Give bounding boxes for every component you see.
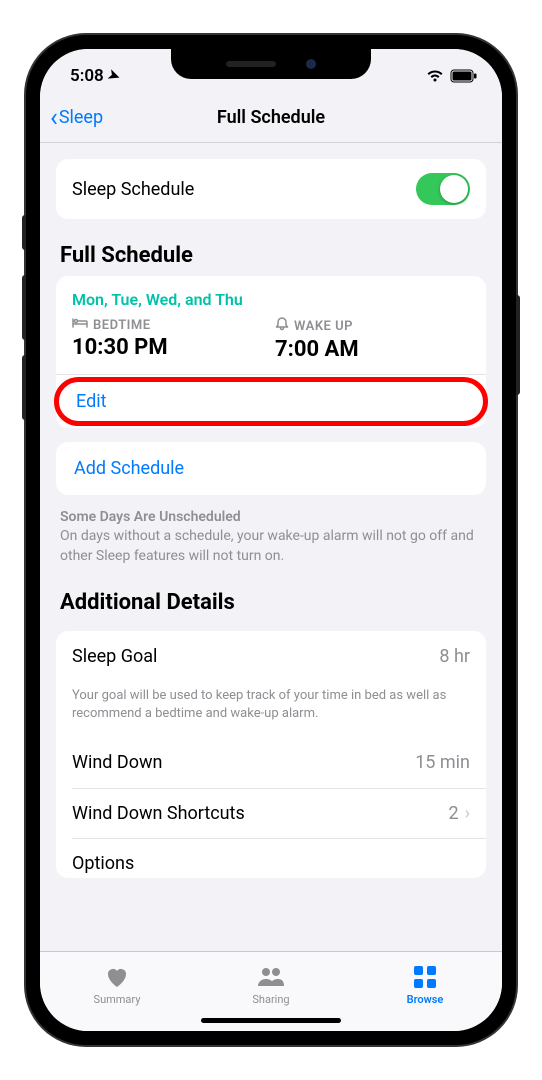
wifi-icon xyxy=(426,69,444,83)
sleep-goal-value: 8 hr xyxy=(439,646,470,667)
device-frame: 5:08 ➤ ‹ Sleep Full Schedule xyxy=(26,35,516,1045)
bed-icon xyxy=(72,317,88,333)
power-button xyxy=(516,295,520,395)
volume-down-button xyxy=(22,355,26,420)
edit-label: Edit xyxy=(76,391,106,412)
sleep-goal-footnote: Your goal will be used to keep track of … xyxy=(56,681,486,737)
schedule-days: Mon, Tue, Wed, and Thu xyxy=(72,290,470,309)
bedtime-col: BEDTIME 10:30 PM xyxy=(72,317,267,362)
shortcuts-label: Wind Down Shortcuts xyxy=(72,803,245,824)
back-button[interactable]: ‹ Sleep xyxy=(50,105,103,131)
location-arrow-icon: ➤ xyxy=(105,66,121,85)
edit-schedule-button[interactable]: Edit xyxy=(56,374,486,428)
notch xyxy=(171,49,371,79)
wind-down-label: Wind Down xyxy=(72,752,162,773)
toggle-knob xyxy=(440,175,468,203)
people-icon xyxy=(256,964,286,990)
sleep-schedule-card: Sleep Schedule xyxy=(56,159,486,219)
screen: 5:08 ➤ ‹ Sleep Full Schedule xyxy=(40,49,502,1031)
speaker-grille xyxy=(226,61,276,67)
tab-browse[interactable]: Browse xyxy=(348,952,502,1017)
options-label: Options xyxy=(72,853,134,874)
options-row[interactable]: Options xyxy=(56,839,486,878)
heart-icon xyxy=(104,964,130,990)
tab-browse-label: Browse xyxy=(407,993,444,1006)
additional-details-card: Sleep Goal 8 hr Your goal will be used t… xyxy=(56,631,486,877)
wakeup-col: WAKE UP 7:00 AM xyxy=(275,317,470,362)
battery-icon xyxy=(450,69,478,83)
shortcuts-value: 2 xyxy=(448,803,458,824)
grid-icon xyxy=(413,964,437,990)
additional-details-header: Additional Details xyxy=(60,590,482,615)
chevron-right-icon: › xyxy=(465,803,470,824)
tab-summary-label: Summary xyxy=(94,993,141,1006)
nav-bar: ‹ Sleep Full Schedule xyxy=(40,93,502,143)
mute-switch xyxy=(22,215,26,250)
bedtime-label: BEDTIME xyxy=(93,318,151,333)
status-time: 5:08 xyxy=(70,66,104,86)
add-schedule-button[interactable]: Add Schedule xyxy=(56,442,486,495)
unscheduled-title: Some Days Are Unscheduled xyxy=(60,509,482,525)
unscheduled-body: On days without a schedule, your wake-up… xyxy=(60,527,482,566)
home-indicator[interactable] xyxy=(201,1018,341,1023)
tab-sharing[interactable]: Sharing xyxy=(194,952,348,1017)
tab-summary[interactable]: Summary xyxy=(40,952,194,1017)
volume-up-button xyxy=(22,275,26,340)
full-schedule-header: Full Schedule xyxy=(60,243,482,268)
wind-down-row[interactable]: Wind Down 15 min xyxy=(56,738,486,788)
schedule-card: Mon, Tue, Wed, and Thu BEDTIME 10:30 PM xyxy=(56,276,486,428)
bedtime-value: 10:30 PM xyxy=(72,335,267,360)
content-scroll[interactable]: Sleep Schedule Full Schedule Mon, Tue, W… xyxy=(40,143,502,951)
sleep-goal-row[interactable]: Sleep Goal 8 hr xyxy=(56,631,486,681)
chevron-left-icon: ‹ xyxy=(50,105,58,131)
front-camera xyxy=(306,59,316,69)
back-label: Sleep xyxy=(59,107,103,128)
wind-down-value: 15 min xyxy=(415,752,470,773)
annotation-highlight xyxy=(54,377,488,426)
sleep-schedule-label: Sleep Schedule xyxy=(72,179,194,200)
add-schedule-label: Add Schedule xyxy=(74,458,184,479)
tab-sharing-label: Sharing xyxy=(252,993,289,1006)
wind-down-shortcuts-row[interactable]: Wind Down Shortcuts 2 › xyxy=(56,788,486,838)
bell-icon xyxy=(275,317,289,335)
nav-title: Full Schedule xyxy=(217,107,325,128)
sleep-goal-label: Sleep Goal xyxy=(72,646,157,667)
sleep-schedule-toggle[interactable] xyxy=(416,173,470,205)
wakeup-label: WAKE UP xyxy=(294,319,353,334)
add-schedule-card: Add Schedule xyxy=(56,442,486,495)
wakeup-value: 7:00 AM xyxy=(275,337,470,362)
